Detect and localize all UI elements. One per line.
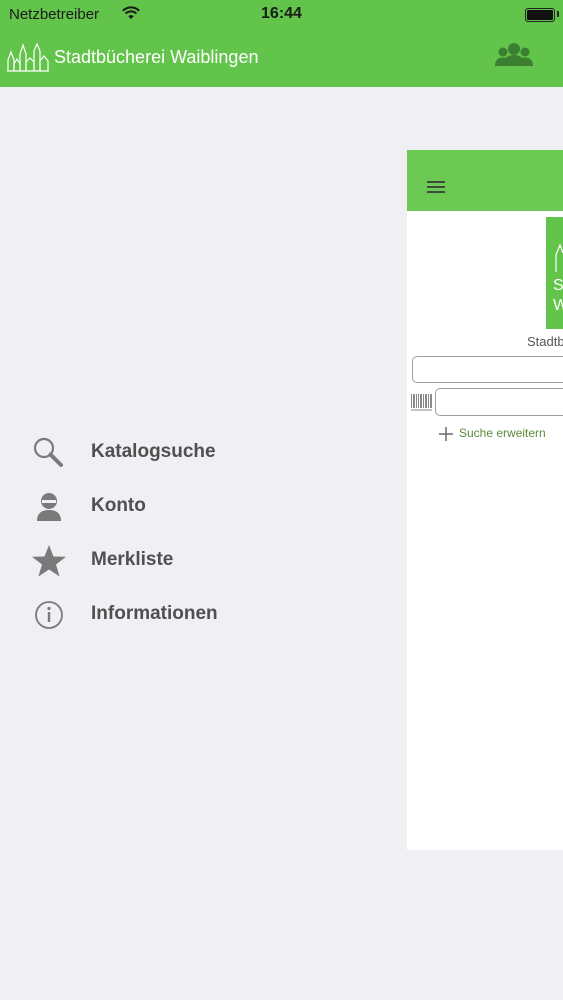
- users-icon[interactable]: [494, 40, 534, 72]
- menu-item-konto[interactable]: Konto: [0, 479, 400, 533]
- menu-label: Informationen: [91, 603, 218, 624]
- status-bar: Netzbetreiber 16:44: [0, 0, 563, 28]
- main-view-preview[interactable]: S W Stadtb Suche erweitern: [407, 150, 563, 850]
- menu-item-merkliste[interactable]: Merkliste: [0, 533, 400, 587]
- search-input[interactable]: [412, 356, 563, 383]
- hamburger-icon[interactable]: [427, 181, 445, 195]
- user-icon: [37, 493, 61, 521]
- menu-item-katalogsuche[interactable]: Katalogsuche: [0, 425, 400, 479]
- search-icon: [33, 437, 63, 467]
- barcode-search-input[interactable]: [435, 388, 563, 416]
- extend-search-label: Suche erweitern: [459, 426, 546, 440]
- star-icon: [32, 545, 66, 577]
- menu-label: Merkliste: [91, 549, 174, 570]
- brand-letter-w: W: [553, 297, 563, 314]
- barcode-icon[interactable]: [410, 393, 434, 413]
- menu-label: Katalogsuche: [91, 441, 216, 462]
- app-header: Netzbetreiber 16:44 Stadtbücherei Waibli…: [0, 0, 563, 87]
- info-icon: [35, 601, 63, 629]
- plus-icon: [439, 427, 453, 441]
- app-title: Stadtbücherei Waiblingen: [54, 47, 259, 67]
- battery-icon: [525, 8, 555, 22]
- brand-letter-s: S: [553, 277, 563, 294]
- library-name: Stadtb: [527, 334, 563, 349]
- preview-header: [407, 150, 563, 211]
- battery-nub: [557, 11, 559, 17]
- status-time: 16:44: [261, 5, 302, 22]
- menu-item-informationen[interactable]: Informationen: [0, 587, 400, 641]
- menu-label: Konto: [91, 495, 146, 516]
- library-logo: S W: [546, 217, 563, 329]
- city-skyline-icon: [7, 42, 49, 72]
